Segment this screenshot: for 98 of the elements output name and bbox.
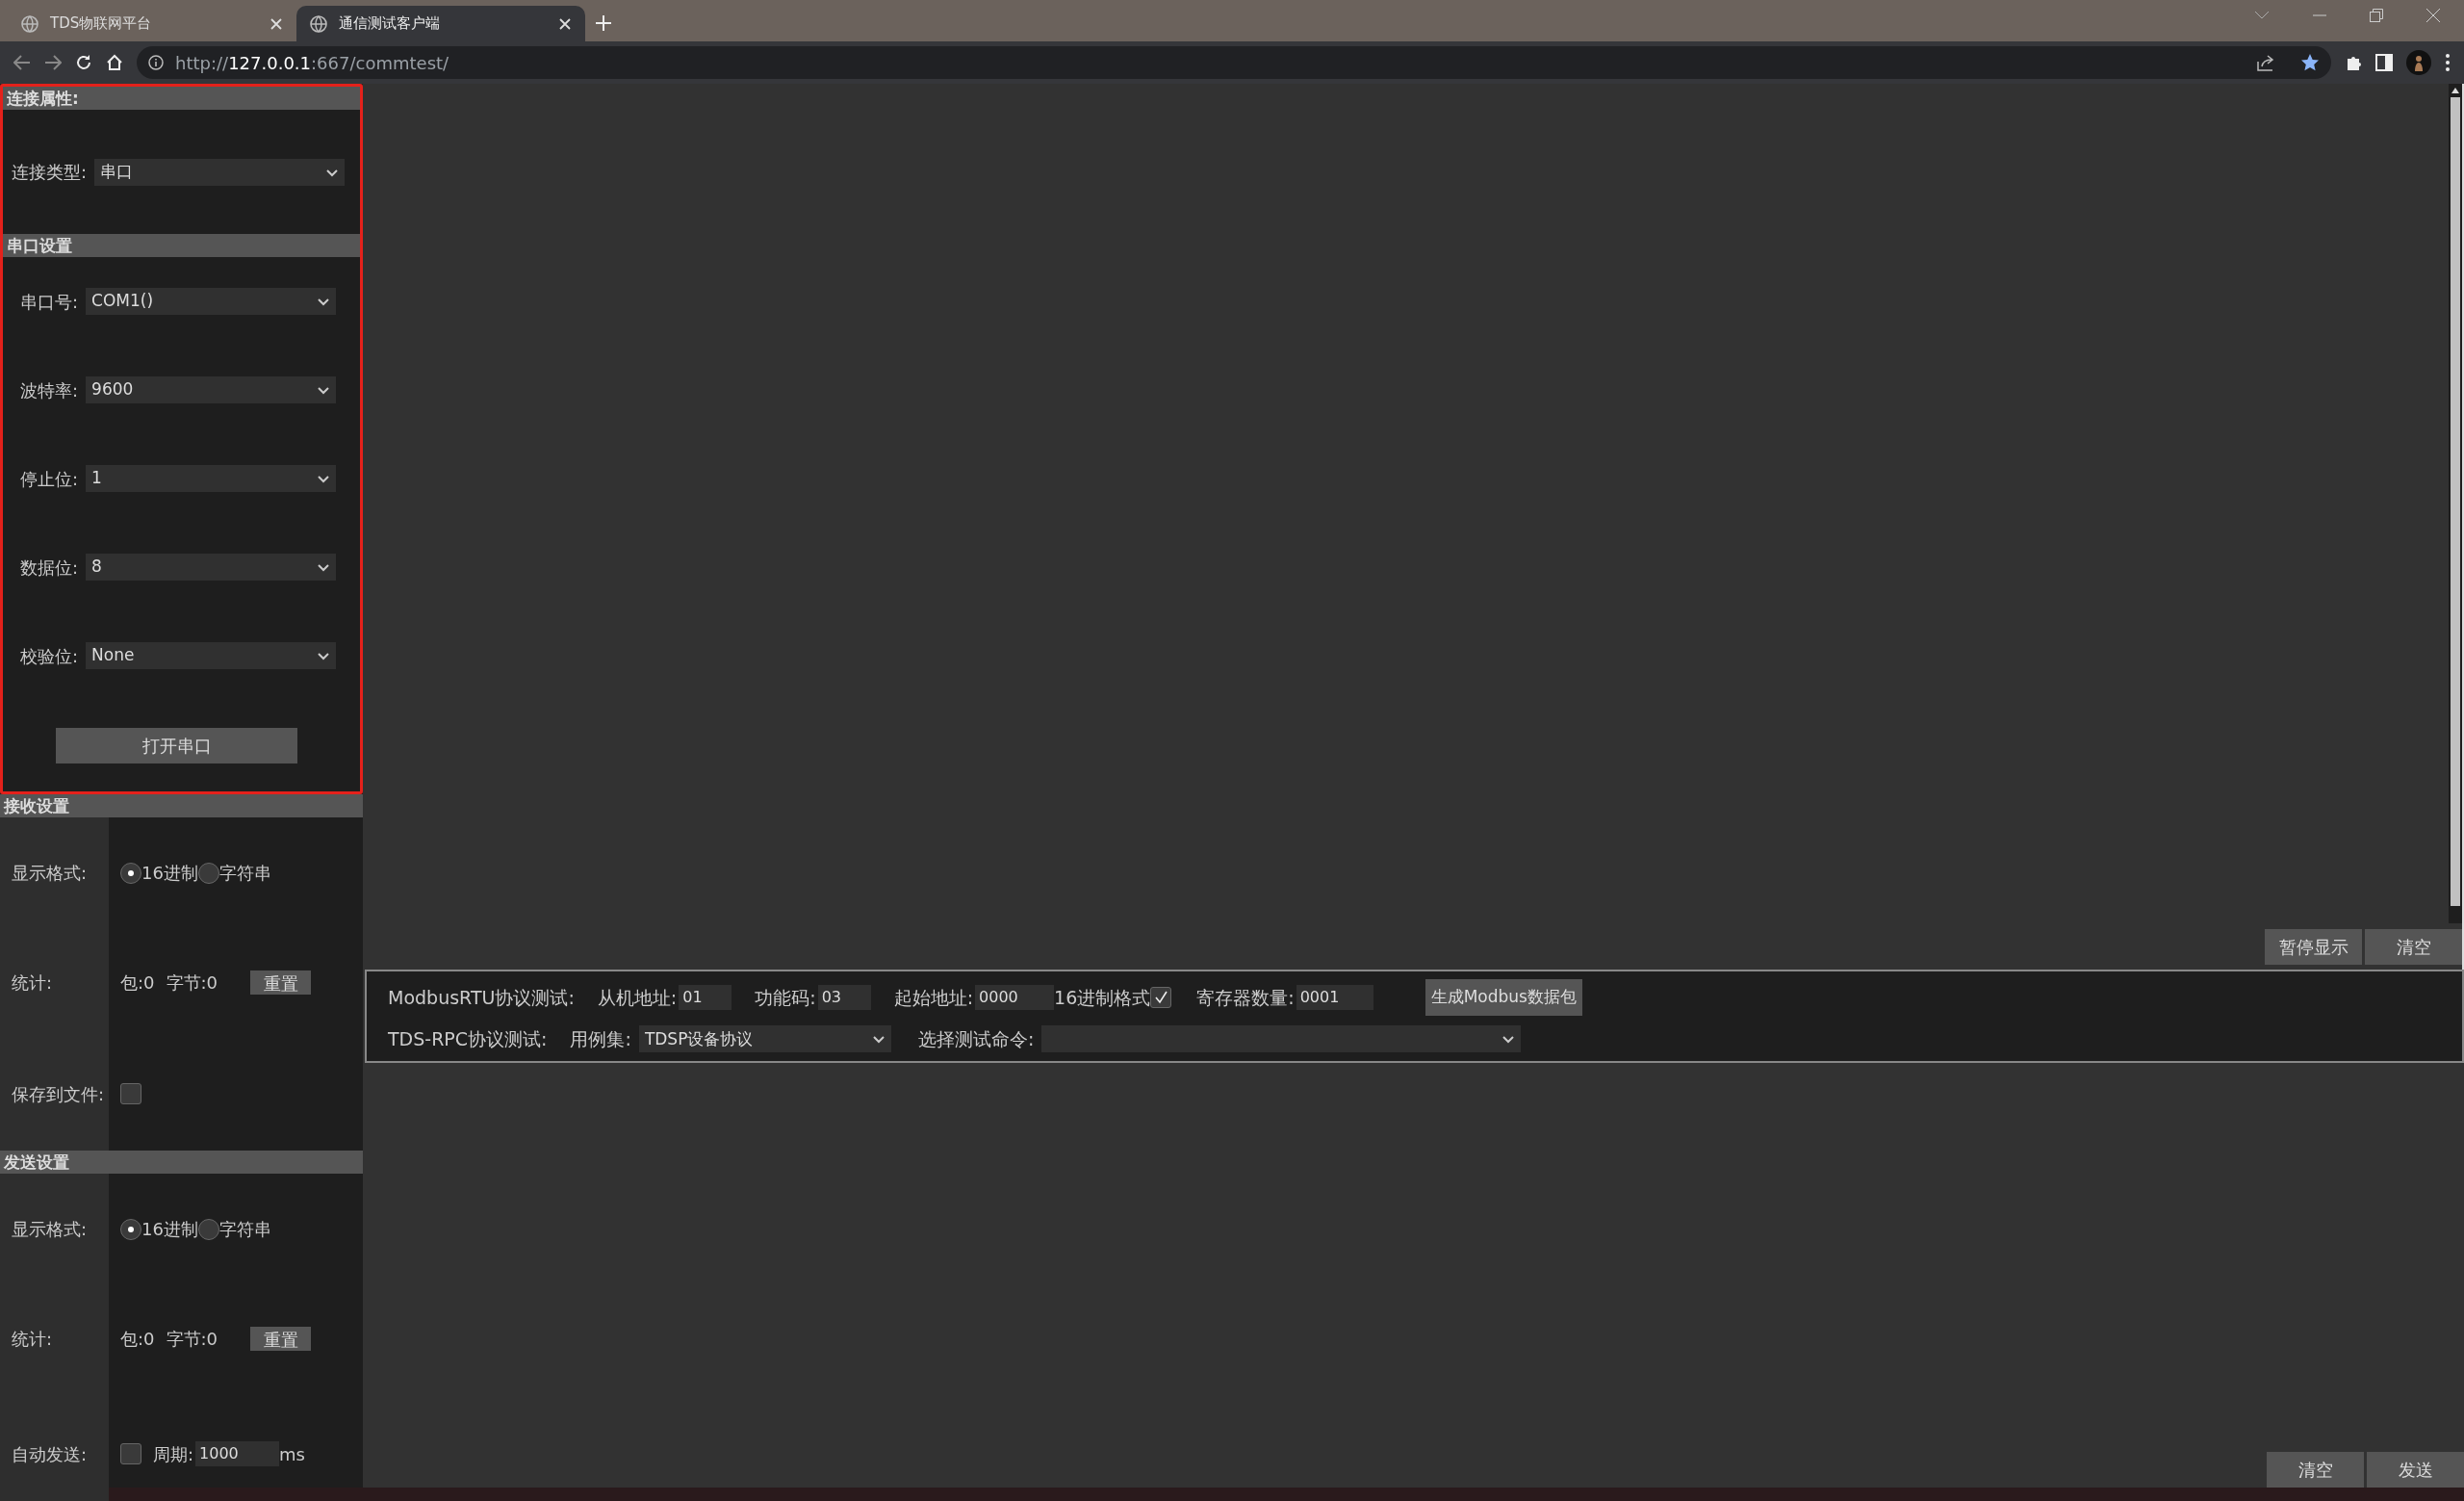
- period-field[interactable]: 1000: [195, 1441, 280, 1466]
- chevron-icon: [317, 650, 331, 661]
- chevron-icon: [1502, 1033, 1516, 1046]
- field-label: 从机地址:: [597, 985, 678, 1010]
- checkbox[interactable]: [120, 1443, 141, 1464]
- dropdown[interactable]: None: [86, 642, 337, 669]
- field-label: 数据位:: [20, 556, 79, 580]
- text-field[interactable]: 0000: [975, 985, 1055, 1010]
- text-field[interactable]: 03: [817, 985, 871, 1010]
- browser-tab[interactable]: 通信测试客户端: [296, 6, 585, 41]
- field-label: 显示格式:: [0, 817, 109, 928]
- option-label: 字符串: [218, 1218, 271, 1241]
- packet-count: 包:0: [120, 971, 155, 995]
- field-label: 串口号:: [20, 290, 79, 314]
- url-text: http://127.0.0.1:667/commtest/: [175, 51, 449, 75]
- dropdown[interactable]: COM1(): [86, 288, 337, 315]
- field-label: 停止位:: [20, 467, 79, 491]
- send-area-button[interactable]: 清空: [2267, 1452, 2364, 1488]
- selected-dot-icon: [127, 1225, 135, 1233]
- field-label: 校验位:: [20, 644, 79, 668]
- field-label: 起始地址:: [893, 985, 974, 1010]
- radio-button[interactable]: [120, 1218, 141, 1240]
- scrollbar[interactable]: [2449, 84, 2462, 923]
- new-tab-icon[interactable]: [595, 14, 612, 32]
- sidebar-icon[interactable]: [2375, 54, 2393, 71]
- field-label: 统计:: [0, 928, 109, 1037]
- reset-button[interactable]: 重置: [250, 970, 312, 995]
- radio-button[interactable]: [120, 862, 141, 884]
- field-label: 寄存器数量:: [1196, 985, 1295, 1010]
- dropdown[interactable]: TDSP设备协议: [638, 1025, 891, 1053]
- chevron-icon: [317, 561, 331, 573]
- section-header: 连接属性:: [3, 87, 360, 110]
- star-icon[interactable]: [2300, 53, 2320, 72]
- generate-button[interactable]: 生成Modbus数据包: [1424, 979, 1582, 1016]
- open-port-button[interactable]: 打开串口: [56, 728, 297, 763]
- option-label: 字符串: [218, 862, 271, 885]
- radio-button[interactable]: [197, 1218, 219, 1240]
- selected-dot-icon: [127, 868, 135, 877]
- home-icon[interactable]: [106, 54, 123, 71]
- section-header: 发送设置: [0, 1151, 363, 1174]
- field-label: 连接类型:: [12, 161, 88, 184]
- menu-icon[interactable]: [2445, 53, 2451, 72]
- browser-tab[interactable]: TDS物联网平台: [8, 6, 296, 41]
- close-icon[interactable]: [270, 16, 283, 31]
- dropdown[interactable]: 8: [86, 554, 337, 581]
- chevron-icon: [317, 296, 331, 307]
- forward-icon[interactable]: [44, 55, 62, 70]
- tab-title: TDS物联网平台: [50, 13, 153, 35]
- field-label: 选择测试命令:: [917, 1027, 1035, 1051]
- globe-icon: [310, 14, 327, 33]
- output-button[interactable]: 暂停显示: [2265, 929, 2362, 965]
- tab-title: 通信测试客户端: [339, 13, 441, 35]
- field-label: 自动发送:: [0, 1393, 109, 1501]
- option-label: 16进制: [141, 1218, 198, 1241]
- protocol-label: ModbusRTU协议测试:: [388, 985, 575, 1010]
- text-field[interactable]: 0001: [1296, 985, 1373, 1010]
- dropdown[interactable]: 1: [86, 465, 337, 492]
- text-field[interactable]: 01: [679, 985, 732, 1010]
- send-area-button[interactable]: 发送: [2367, 1452, 2464, 1488]
- restore-icon[interactable]: [2370, 9, 2383, 22]
- field-label: 用例集:: [570, 1027, 631, 1051]
- checkbox[interactable]: [1150, 987, 1172, 1008]
- protocol-label: TDS-RPC协议测试:: [388, 1027, 548, 1051]
- avatar-icon[interactable]: [2406, 50, 2431, 75]
- section-header: 接收设置: [0, 794, 363, 817]
- back-icon[interactable]: [13, 55, 31, 70]
- field-label: 显示格式:: [0, 1174, 109, 1284]
- reset-button[interactable]: 重置: [250, 1327, 312, 1351]
- radio-button[interactable]: [197, 862, 219, 884]
- dropdown[interactable]: 9600: [86, 376, 337, 403]
- chevron-icon: [317, 473, 331, 484]
- checkbox[interactable]: [120, 1083, 141, 1104]
- packet-count: 包:0: [120, 1328, 155, 1351]
- dropdown[interactable]: 串口: [94, 158, 346, 186]
- field-label: 16进制格式: [1054, 985, 1151, 1010]
- field-label: 波特率:: [20, 378, 79, 402]
- option-label: 16进制: [141, 862, 198, 885]
- field-label: 周期:: [153, 1442, 194, 1466]
- close-icon[interactable]: [558, 16, 572, 31]
- output-button[interactable]: 清空: [2365, 929, 2462, 965]
- field-label: 功能码:: [755, 985, 816, 1010]
- puzzle-icon[interactable]: [2345, 54, 2362, 71]
- byte-count: 字节:0: [166, 971, 218, 995]
- info-icon: [148, 55, 164, 70]
- chevron-icon[interactable]: [2254, 11, 2270, 20]
- unit-label: ms: [279, 1442, 305, 1466]
- check-icon: [1153, 990, 1169, 1005]
- field-label: 统计:: [0, 1284, 109, 1393]
- field-label: 保存到文件:: [0, 1037, 109, 1151]
- chevron-icon: [317, 384, 331, 396]
- share-icon[interactable]: [2256, 54, 2275, 71]
- chevron-icon: [871, 1033, 886, 1046]
- globe-icon: [21, 14, 38, 33]
- reload-icon[interactable]: [75, 54, 92, 71]
- scroll-up-icon: [2451, 88, 2459, 93]
- section-header: 串口设置: [3, 234, 360, 257]
- address-bar[interactable]: http://127.0.0.1:667/commtest/: [137, 46, 2331, 79]
- byte-count: 字节:0: [166, 1328, 218, 1351]
